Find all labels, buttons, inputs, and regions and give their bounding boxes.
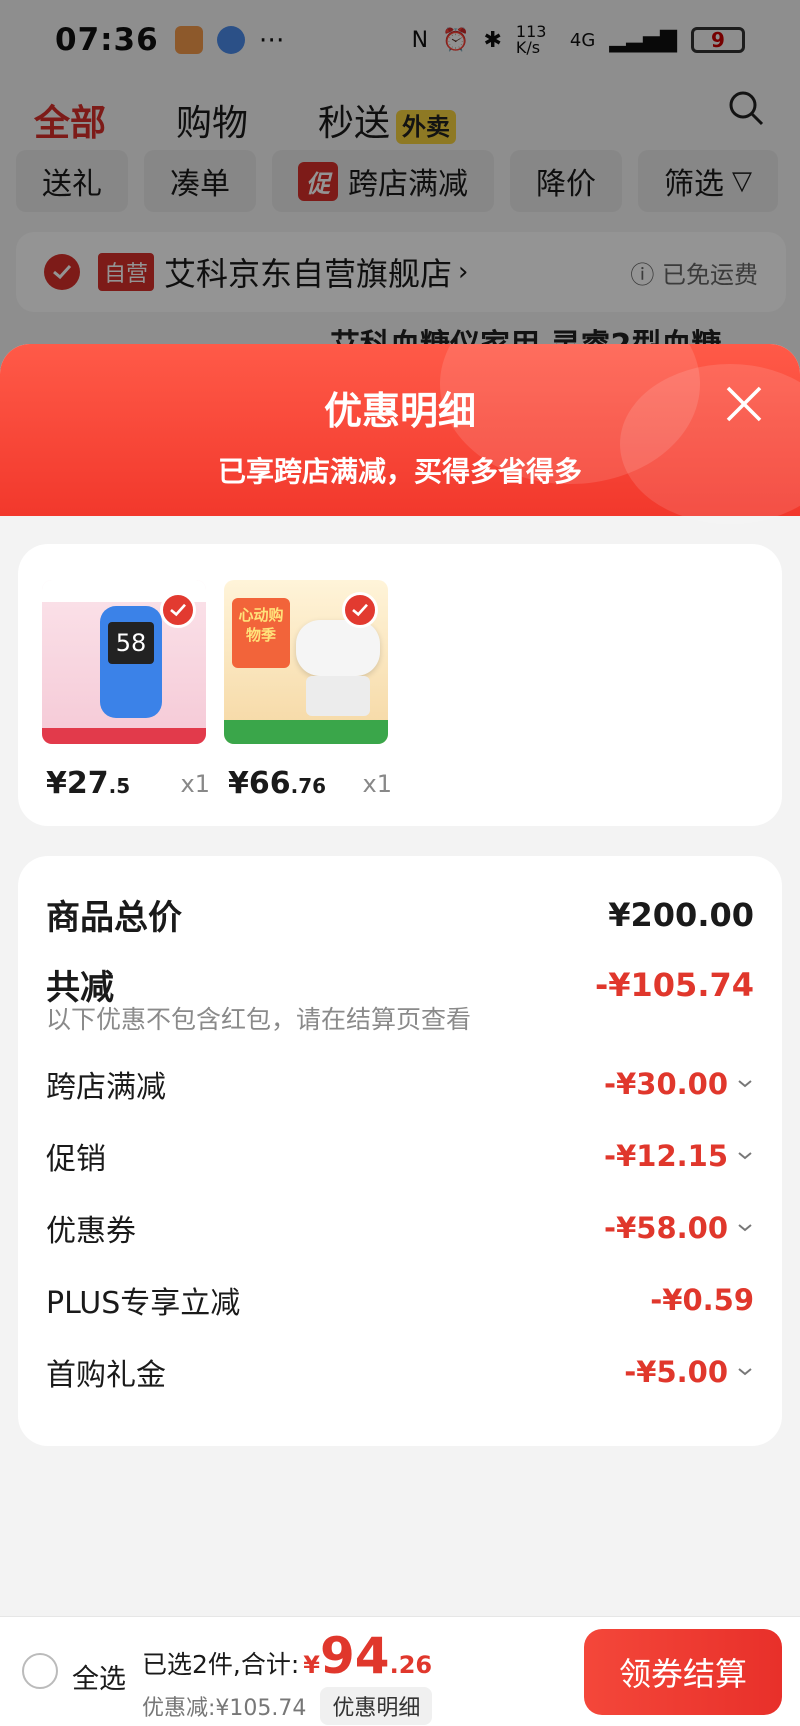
selected-products-card: 58 ¥27.5 x1 心动购物季 ¥66.76 x1	[18, 544, 782, 826]
discount-label: 促销	[46, 1142, 106, 1177]
close-icon[interactable]	[724, 384, 764, 424]
sheet-subtitle: 已享跨店满减，买得多省得多	[217, 455, 582, 488]
chevron-down-icon[interactable]	[736, 1222, 754, 1234]
saved-amount-text: 优惠减:¥105.74	[142, 1696, 307, 1721]
product-price: ¥27.5	[46, 766, 130, 801]
discount-detail-button[interactable]: 优惠明细	[320, 1687, 433, 1725]
stand-image	[306, 676, 370, 716]
discount-amount: -¥12.15	[604, 1139, 728, 1173]
total-reduce-value: -¥105.74	[594, 965, 754, 1004]
meter-screen: 58	[108, 622, 154, 664]
discount-amount: -¥0.59	[650, 1283, 754, 1317]
price-decimal: .5	[108, 774, 131, 798]
discount-label: 跨店满减	[46, 1070, 166, 1105]
discount-amount: -¥5.00	[624, 1355, 728, 1389]
saved-line: 优惠减:¥105.74 优惠明细	[142, 1687, 433, 1725]
discount-value: -¥5.00	[624, 1355, 754, 1389]
controller-image	[296, 620, 380, 676]
product-footer-strip	[42, 728, 206, 744]
discount-value: -¥30.00	[604, 1067, 754, 1101]
product-image[interactable]: 心动购物季	[224, 580, 388, 744]
selected-count-text: 已选2件,合计:	[142, 1650, 300, 1679]
price-integer: ¥27	[46, 766, 109, 801]
chevron-down-icon[interactable]	[736, 1150, 754, 1162]
select-all-label[interactable]: 全选	[72, 1657, 126, 1696]
product-check-icon[interactable]	[342, 592, 378, 628]
discount-row-promotion[interactable]: 促销 -¥12.15	[46, 1134, 754, 1178]
product-quantity: x1	[180, 770, 210, 798]
checkout-button[interactable]: 领券结算	[584, 1629, 782, 1715]
price-decimal: .76	[290, 774, 327, 798]
discount-amount: -¥58.00	[604, 1211, 728, 1245]
discount-note: 以下优惠不包含红包，请在结算页查看	[46, 1005, 472, 1034]
discount-value: -¥12.15	[604, 1139, 754, 1173]
price-integer: ¥66	[228, 766, 291, 801]
discount-row-coupon[interactable]: 优惠券 -¥58.00	[46, 1206, 754, 1250]
product-item[interactable]: 58 ¥27.5 x1	[42, 580, 210, 801]
promo-banner: 心动购物季	[232, 598, 290, 668]
sheet-header: 优惠明细 已享跨店满减，买得多省得多	[0, 344, 800, 524]
discount-label: PLUS专享立减	[46, 1286, 241, 1321]
total-currency: ¥	[303, 1651, 320, 1679]
total-line: 已选2件,合计: ¥ 94 .26	[142, 1631, 432, 1681]
price-summary-card: 商品总价 ¥200.00 共减 -¥105.74 以下优惠不包含红包，请在结算页…	[18, 856, 782, 1446]
discount-value: -¥0.59	[650, 1283, 754, 1317]
discount-row-first-purchase[interactable]: 首购礼金 -¥5.00	[46, 1350, 754, 1394]
chevron-down-icon[interactable]	[736, 1366, 754, 1378]
sheet-title: 优惠明细	[323, 389, 476, 433]
select-all-checkbox[interactable]	[22, 1653, 58, 1689]
total-price-label: 商品总价	[46, 898, 182, 938]
discount-row-cross-store[interactable]: 跨店满减 -¥30.00	[46, 1062, 754, 1106]
dim-overlay[interactable]	[0, 0, 800, 400]
glucose-meter-image: 58	[100, 606, 162, 718]
discount-amount: -¥30.00	[604, 1067, 728, 1101]
total-integer: 94	[319, 1627, 390, 1685]
discount-label: 优惠券	[46, 1214, 136, 1249]
total-decimal: .26	[389, 1651, 433, 1679]
discount-detail-sheet: 优惠明细 已享跨店满减，买得多省得多 58 ¥27.5 x1 心动购物季 ¥66…	[0, 344, 800, 1726]
checkout-bar: 全选 已选2件,合计: ¥ 94 .26 优惠减:¥105.74 优惠明细 领券…	[0, 1616, 800, 1726]
product-image[interactable]: 58	[42, 580, 206, 744]
product-check-icon[interactable]	[160, 592, 196, 628]
chevron-down-icon[interactable]	[736, 1078, 754, 1090]
discount-value: -¥58.00	[604, 1211, 754, 1245]
total-price-value: ¥200.00	[608, 895, 754, 934]
total-price-row: 商品总价 ¥200.00	[46, 890, 754, 939]
product-price: ¥66.76	[228, 766, 326, 801]
product-item[interactable]: 心动购物季 ¥66.76 x1	[224, 580, 392, 801]
discount-row-plus: PLUS专享立减 -¥0.59	[46, 1278, 754, 1322]
product-quantity: x1	[362, 770, 392, 798]
discount-label: 首购礼金	[46, 1358, 166, 1393]
subsidy-strip	[224, 720, 388, 744]
